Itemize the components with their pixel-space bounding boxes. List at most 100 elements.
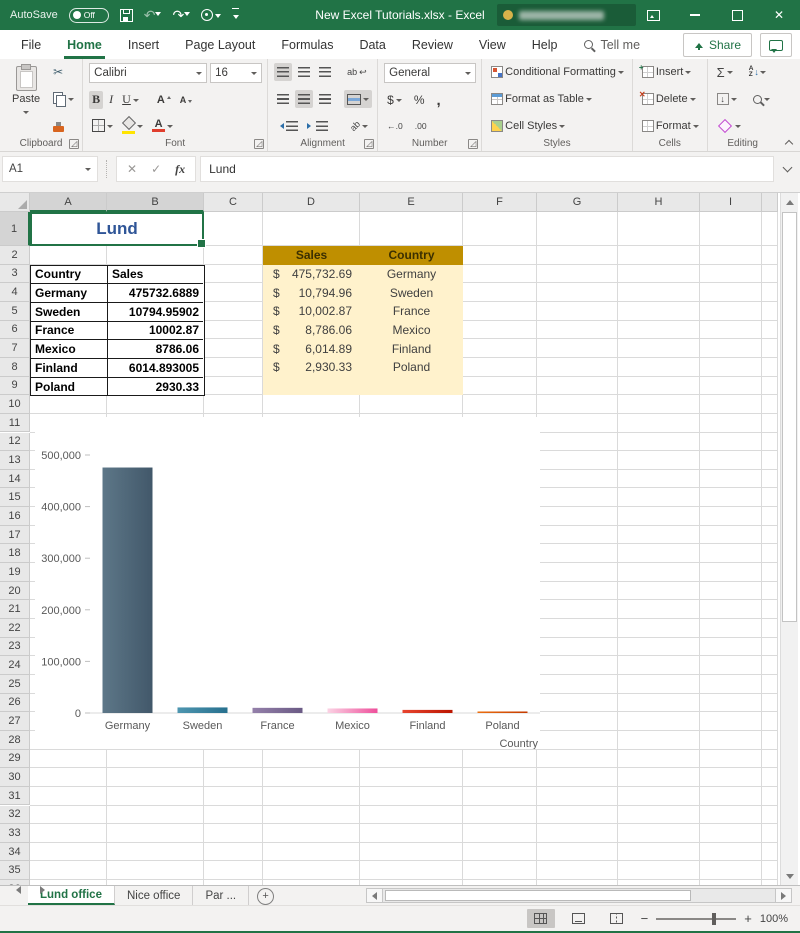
font-name-combo[interactable]: Calibri — [89, 63, 207, 83]
row-header-29[interactable]: 29 — [0, 750, 30, 769]
autosum-button[interactable]: Σ — [714, 63, 736, 81]
row-header-8[interactable]: 8 — [0, 358, 30, 377]
embedded-bar-chart[interactable]: 0100,000200,000300,000400,000500,000Germ… — [35, 417, 540, 749]
header-country[interactable]: Country — [360, 246, 463, 265]
row-header-4[interactable]: 4 — [0, 283, 30, 302]
format-as-table-button[interactable]: Format as Table — [488, 90, 627, 108]
row-header-5[interactable]: 5 — [0, 302, 30, 321]
share-button[interactable]: Share — [683, 33, 752, 57]
format-painter-button[interactable] — [50, 117, 77, 135]
comments-button[interactable] — [760, 33, 792, 57]
row-header-17[interactable]: 17 — [0, 526, 30, 545]
zoom-slider-thumb[interactable] — [712, 913, 716, 925]
sort-filter-button[interactable]: AZ↓ — [746, 63, 769, 81]
autosave-toggle[interactable]: Off — [69, 8, 109, 23]
cell-country[interactable]: Finland — [360, 339, 463, 358]
insert-cells-button[interactable]: +Insert — [639, 63, 702, 81]
row-header-13[interactable]: 13 — [0, 451, 30, 470]
column-header-b[interactable]: B — [107, 193, 204, 212]
column-header-c[interactable]: C — [204, 193, 263, 212]
scrollbar-thumb[interactable] — [385, 890, 691, 901]
row-header-11[interactable]: 11 — [0, 414, 30, 433]
row-header-28[interactable]: 28 — [0, 731, 30, 750]
cut-button[interactable]: ✂ — [50, 63, 77, 81]
horizontal-scrollbar[interactable] — [366, 888, 792, 903]
row-header-30[interactable]: 30 — [0, 768, 30, 787]
row-header-12[interactable]: 12 — [0, 433, 30, 452]
fill-color-button[interactable] — [119, 116, 146, 135]
tab-view[interactable]: View — [466, 30, 519, 59]
center-button[interactable] — [295, 90, 313, 108]
table-cell[interactable]: Sweden — [31, 303, 108, 322]
table-cell[interactable]: 6014.893005 — [108, 359, 203, 378]
cell-sales[interactable]: $10,794.96 — [263, 283, 360, 302]
table-cell[interactable]: 10794.95902 — [108, 303, 203, 322]
row-header-3[interactable]: 3 — [0, 265, 30, 284]
accounting-format-button[interactable]: $ — [384, 91, 405, 109]
bold-button[interactable]: B — [89, 91, 103, 109]
table-cell[interactable]: Poland — [31, 378, 108, 397]
row-header-26[interactable]: 26 — [0, 694, 30, 713]
bar-chart-svg[interactable]: 0100,000200,000300,000400,000500,000Germ… — [35, 417, 540, 749]
decrease-indent-button[interactable] — [274, 117, 301, 135]
tab-file[interactable]: File — [8, 30, 54, 59]
comma-style-button[interactable]: , — [434, 91, 444, 110]
cell-country[interactable]: Germany — [360, 265, 463, 284]
find-select-button[interactable] — [750, 90, 773, 108]
copy-button[interactable] — [50, 90, 77, 108]
cell-country[interactable]: France — [360, 302, 463, 321]
scroll-left-button[interactable] — [366, 888, 383, 903]
row-header-22[interactable]: 22 — [0, 619, 30, 638]
row-header-9[interactable]: 9 — [0, 377, 30, 396]
table-cell[interactable]: Mexico — [31, 340, 108, 359]
tab-review[interactable]: Review — [399, 30, 466, 59]
sheet-tab-par-[interactable]: Par ... — [193, 886, 249, 905]
column-header-d[interactable]: D — [263, 193, 360, 212]
column-header-g[interactable]: G — [537, 193, 618, 212]
font-size-combo[interactable]: 16 — [210, 63, 262, 83]
bottom-align-button[interactable] — [316, 63, 334, 81]
row-header-21[interactable]: 21 — [0, 600, 30, 619]
merge-center-button[interactable] — [344, 90, 372, 108]
sheet-nav-next-button[interactable] — [30, 886, 54, 894]
row-header-2[interactable]: 2 — [0, 246, 30, 265]
row-header-14[interactable]: 14 — [0, 470, 30, 489]
row-header-35[interactable]: 35 — [0, 861, 30, 880]
expand-formula-bar-button[interactable] — [774, 167, 800, 171]
column-header-i[interactable]: I — [700, 193, 762, 212]
close-button[interactable]: ✕ — [758, 0, 800, 30]
select-all-button[interactable] — [0, 193, 30, 212]
confirm-entry-button[interactable]: ✓ — [151, 162, 161, 176]
tab-data[interactable]: Data — [346, 30, 398, 59]
paste-button[interactable]: Paste — [6, 63, 46, 120]
row-header-25[interactable]: 25 — [0, 675, 30, 694]
cell-styles-button[interactable]: Cell Styles — [488, 117, 627, 135]
table-cell[interactable]: France — [31, 322, 108, 341]
table-cell[interactable]: 8786.06 — [108, 340, 203, 359]
scroll-right-button[interactable] — [775, 888, 792, 903]
bar-finland[interactable] — [403, 710, 453, 713]
conditional-formatting-button[interactable]: Conditional Formatting — [488, 63, 627, 81]
page-layout-view-button[interactable] — [565, 909, 593, 928]
redo-button[interactable]: ↷ — [172, 8, 190, 22]
account-badge[interactable] — [497, 4, 636, 26]
fill-button[interactable]: ↓ — [714, 90, 740, 108]
bar-sweden[interactable] — [178, 707, 228, 713]
format-cells-button[interactable]: Format — [639, 117, 702, 135]
sheet-nav-prev-button[interactable] — [6, 886, 30, 894]
cell-sales[interactable]: $10,002.87 — [263, 302, 360, 321]
tab-insert[interactable]: Insert — [115, 30, 172, 59]
row-header-24[interactable]: 24 — [0, 656, 30, 675]
underline-button[interactable]: U — [119, 91, 142, 109]
column-header-partial[interactable] — [762, 193, 778, 212]
font-color-button[interactable]: A — [149, 117, 176, 135]
row-header-32[interactable]: 32 — [0, 806, 30, 825]
clear-button[interactable] — [714, 117, 744, 135]
orientation-button[interactable]: ab — [347, 117, 371, 135]
table-cell[interactable]: 10002.87 — [108, 322, 203, 341]
number-format-combo[interactable]: General — [384, 63, 476, 83]
row-header-27[interactable]: 27 — [0, 712, 30, 731]
row-header-10[interactable]: 10 — [0, 395, 30, 414]
wrap-text-button[interactable]: ab↩ — [344, 63, 370, 81]
cancel-entry-button[interactable]: ✕ — [127, 162, 137, 176]
